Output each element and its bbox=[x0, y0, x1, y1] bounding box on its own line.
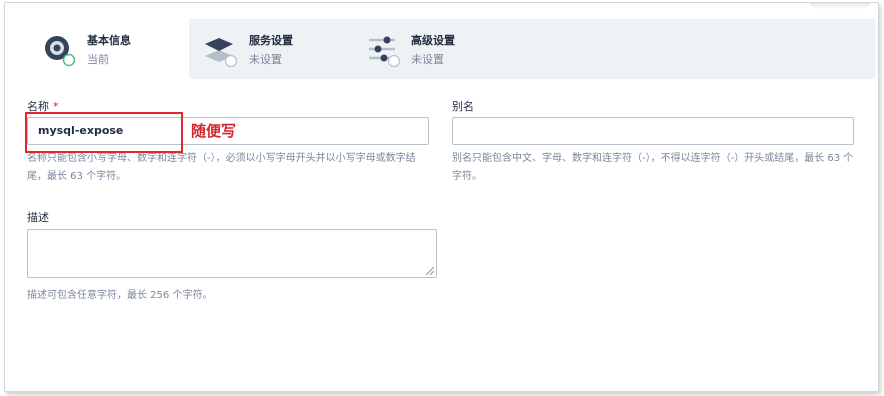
step-status: 未设置 bbox=[249, 53, 282, 66]
annotation-highlight-box bbox=[25, 112, 183, 153]
corner-shadow bbox=[810, 3, 870, 9]
steps-bar: 基本信息 当前 服务设置 未设置 高级设置 未设置 bbox=[27, 19, 875, 79]
alias-label: 别名 bbox=[452, 100, 474, 113]
step-title: 基本信息 bbox=[87, 34, 131, 47]
step-service-settings[interactable]: 服务设置 未设置 bbox=[189, 19, 351, 79]
step-status: 当前 bbox=[87, 53, 109, 66]
step-title: 服务设置 bbox=[249, 34, 293, 47]
name-hint: 名称只能包含小写字母、数字和连字符（-），必须以小写字母开头并以小写字母或数字结… bbox=[27, 153, 416, 182]
description-textarea[interactable] bbox=[27, 229, 437, 278]
step-advanced-settings[interactable]: 高级设置 未设置 bbox=[351, 19, 513, 79]
advanced-settings-icon bbox=[369, 36, 401, 68]
annotation-text: 随便写 bbox=[191, 122, 237, 140]
step-basic-info[interactable]: 基本信息 当前 bbox=[27, 19, 189, 79]
description-hint: 描述可包含任意字符，最长 256 个字符。 bbox=[27, 290, 213, 301]
service-settings-icon bbox=[205, 38, 238, 68]
description-label: 描述 bbox=[27, 211, 49, 224]
basic-info-icon bbox=[45, 36, 76, 67]
alias-input[interactable] bbox=[452, 117, 854, 145]
alias-hint: 别名只能包含中文、字母、数字和连字符（-），不得以连字符（-）开头或结尾，最长 … bbox=[452, 153, 854, 182]
dialog-frame: 基本信息 当前 服务设置 未设置 高级设置 未设置 名称 * mysql-exp… bbox=[4, 2, 879, 392]
resize-handle-icon[interactable] bbox=[426, 267, 434, 275]
step-status: 未设置 bbox=[411, 53, 444, 66]
step-title: 高级设置 bbox=[411, 34, 455, 47]
